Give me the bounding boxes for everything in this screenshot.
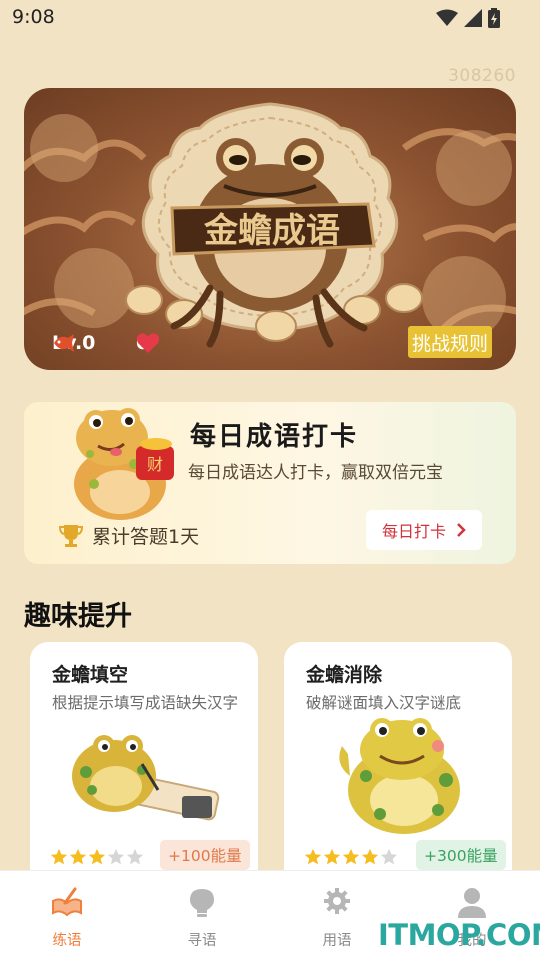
nav-item-practice[interactable]: 练语	[0, 871, 134, 960]
star-icon	[361, 848, 379, 865]
trophy-icon	[58, 524, 84, 547]
star-icon	[69, 848, 87, 865]
lightbulb-icon	[190, 889, 214, 917]
status-icons	[436, 8, 500, 28]
toad-thumbs-up-illustration	[339, 718, 460, 834]
star-icon	[50, 848, 68, 865]
hero-banner-text: 金蟾成语	[203, 211, 340, 251]
nav-label: 寻语	[187, 933, 217, 949]
wifi-icon	[436, 9, 458, 26]
game-title: 金蟾消除	[306, 664, 383, 686]
nav-item-search[interactable]: 寻语	[135, 871, 269, 960]
difficulty-stars	[304, 848, 398, 866]
daily-checkin-label: 每日打卡	[381, 522, 446, 541]
carp-icon	[54, 334, 74, 352]
energy-reward-badge: +100能量	[160, 840, 250, 870]
nav-label: 练语	[52, 933, 82, 949]
toad-mascot-illustration: 财	[74, 408, 174, 520]
star-empty-icon	[107, 848, 125, 865]
star-icon	[323, 848, 341, 865]
game-card-elimination[interactable]: 金蟾消除 破解谜面填入汉字谜底 +300能量	[284, 642, 512, 892]
hero-banner[interactable]: 金蟾成语 Lv.0 0 挑战规则	[24, 88, 516, 370]
star-empty-icon	[126, 848, 144, 865]
star-empty-icon	[380, 848, 398, 865]
game-description: 根据提示填写成语缺失汉字	[52, 694, 239, 712]
star-icon	[304, 848, 322, 865]
status-time: 9:08	[12, 6, 55, 28]
level-indicator: Lv.0	[52, 332, 95, 354]
daily-checkin-button[interactable]: 每日打卡	[366, 510, 482, 550]
game-description: 破解谜面填入汉字谜底	[306, 694, 462, 712]
battery-icon	[488, 8, 500, 28]
difficulty-stars	[50, 848, 144, 866]
gear-icon	[324, 888, 350, 914]
red-envelope-text: 财	[147, 455, 163, 474]
toad-writing-illustration	[72, 735, 220, 821]
answer-streak: 累计答题1天	[58, 522, 199, 549]
energy-reward-badge: +300能量	[416, 840, 506, 870]
daily-title: 每日成语打卡	[190, 422, 359, 452]
star-icon	[88, 848, 106, 865]
signal-icon	[464, 9, 482, 27]
game-title: 金蟾填空	[52, 664, 129, 686]
watermark: ITMOP.COM	[378, 918, 540, 952]
user-id: 308260	[448, 66, 516, 86]
chevron-right-icon	[457, 523, 466, 537]
game-card-fill-blank[interactable]: 金蟾填空 根据提示填写成语缺失汉字 +100能量	[30, 642, 258, 892]
status-bar: 9:08	[0, 0, 540, 40]
star-icon	[342, 848, 360, 865]
section-title: 趣味提升	[24, 601, 132, 632]
daily-checkin-card[interactable]: 财 每日成语打卡 每日成语达人打卡，赢取双倍元宝 累计答题1天 每日打卡	[24, 402, 516, 564]
heart-icon	[136, 333, 160, 353]
challenge-rules-button[interactable]: 挑战规则	[408, 326, 492, 358]
user-icon	[458, 888, 486, 918]
book-pen-icon	[52, 887, 82, 917]
daily-description: 每日成语达人打卡，赢取双倍元宝	[188, 463, 443, 483]
hearts-indicator: 0	[136, 332, 160, 354]
streak-text: 累计答题1天	[92, 526, 200, 548]
